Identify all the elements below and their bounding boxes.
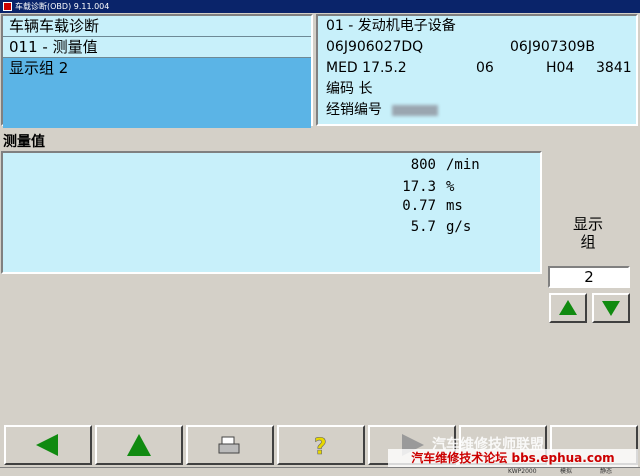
software-row: MED 17.5.2 06 H04 3841 (318, 58, 636, 79)
printer-icon (218, 436, 240, 454)
arrow-left-icon (36, 434, 58, 456)
go-up-button[interactable] (95, 425, 183, 465)
measurement-values-panel: 800 /min 17.3 % 0.77 ms 5.7 g/s (1, 151, 542, 274)
group-down-button[interactable] (592, 293, 630, 323)
measurement-value-4: 5.7 (410, 219, 436, 235)
control-unit-info-panel: 01 - 发动机电子设备 06J906027DQ 06J907309B MED … (316, 14, 638, 126)
measurement-unit-2: % (446, 179, 455, 195)
help-button[interactable]: ? (277, 425, 365, 465)
navigation-panel: 车辆车载诊断 011 - 测量值 显示组 2 (1, 14, 313, 128)
watermark-banner: 汽车维修技术论坛 bbs.ephua.com (388, 449, 638, 468)
app-icon (3, 2, 12, 11)
help-icon: ? (314, 435, 327, 459)
software-version: MED 17.5.2 (326, 60, 407, 76)
dealer-number-label: 经销编号 (326, 102, 382, 118)
selected-display-group[interactable]: 显示组 2 (3, 57, 311, 128)
window-title-bar: 车载诊断(OBD) 9.11.004 (0, 0, 640, 13)
measurement-section-title: 测量值 (3, 134, 45, 150)
measurement-unit-3: ms (446, 198, 463, 214)
vehicle-diagnosis-title: 车辆车载诊断 (9, 17, 100, 35)
display-group-input[interactable]: 2 (548, 266, 630, 288)
measurement-unit-1: /min (446, 157, 480, 173)
arrow-down-icon (602, 301, 620, 316)
measurement-value-3: 0.77 (402, 198, 436, 214)
coding-label: 编码 长 (326, 81, 373, 97)
measurement-value-1: 800 (410, 157, 436, 173)
control-unit-name: 01 - 发动机电子设备 (326, 18, 456, 34)
group-up-button[interactable] (549, 293, 587, 323)
measurement-value-2: 17.3 (402, 179, 436, 195)
part-number-2: 06J907309B (510, 39, 595, 55)
print-button[interactable] (186, 425, 274, 465)
svg-text:?: ? (314, 435, 327, 459)
measurement-unit-4: g/s (446, 219, 472, 235)
version-number: 06 (476, 60, 494, 76)
display-group-label: 显示 组 (572, 215, 603, 251)
arrow-up-icon (127, 434, 151, 456)
window-title: 车载诊断(OBD) 9.11.004 (15, 2, 110, 11)
code-number: 3841 (596, 60, 632, 76)
part-numbers-row: 06J906027DQ 06J907309B (318, 37, 636, 58)
selected-display-group-label: 显示组 2 (9, 59, 69, 77)
part-number-1: 06J906027DQ (326, 39, 424, 55)
arrow-up-icon (559, 300, 577, 315)
dealer-number-row: 经销编号 (318, 100, 636, 121)
hardware-number: H04 (546, 60, 575, 76)
dealer-number-redacted (392, 104, 438, 116)
back-button[interactable] (4, 425, 92, 465)
function-item[interactable]: 011 - 测量值 (3, 36, 311, 57)
